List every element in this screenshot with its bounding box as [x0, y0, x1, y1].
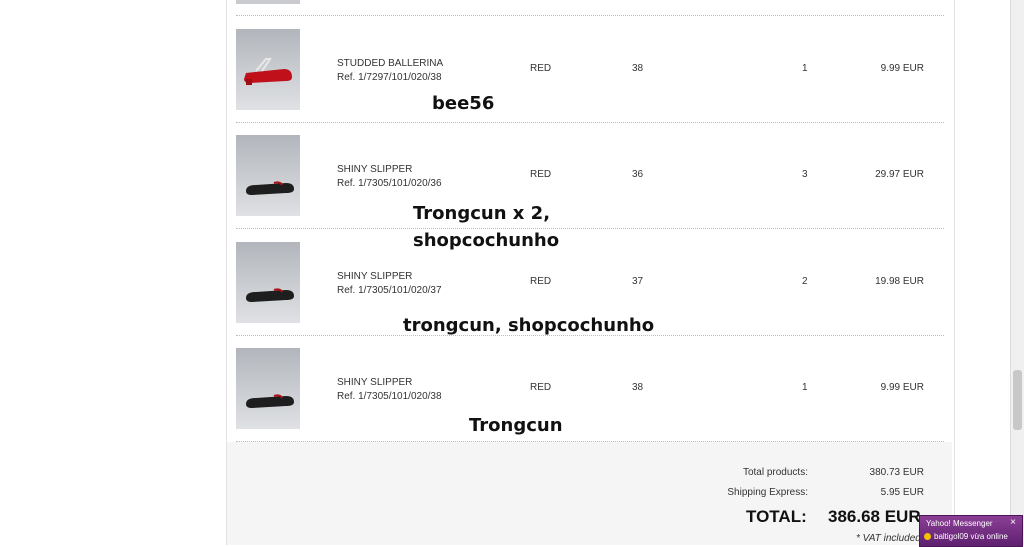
vertical-scrollbar[interactable] [1010, 0, 1024, 545]
product-quantity: 1 [802, 382, 808, 393]
total-label: TOTAL: [746, 507, 807, 526]
product-thumbnail[interactable] [236, 348, 300, 429]
close-icon[interactable]: × [1010, 517, 1016, 528]
product-quantity: 2 [802, 276, 808, 287]
shipping-label: Shipping Express: [727, 487, 808, 498]
total-products-label: Total products: [742, 467, 808, 478]
annotation-text: Trongcun [469, 415, 563, 436]
slipper-shoe-image [246, 181, 294, 195]
previous-item-thumbnail [236, 0, 300, 4]
messenger-message: baltigol09 vừa online [934, 532, 1008, 541]
annotation-text: Trongcun x 2, [413, 203, 551, 224]
product-name-block[interactable]: SHINY SLIPPER Ref. 1/7305/101/020/37 [337, 270, 442, 298]
ballerina-shoe-image [244, 58, 292, 85]
messenger-notification[interactable]: Yahoo! Messenger × baltigol09 vừa online [919, 515, 1023, 547]
product-price: 19.98 EUR [875, 276, 924, 287]
product-size: 38 [632, 382, 644, 393]
status-online-icon [924, 533, 931, 540]
slipper-shoe-image [246, 394, 294, 408]
cart-item-row: STUDDED BALLERINA Ref. 1/7297/101/020/38… [236, 29, 944, 135]
product-color: RED [530, 169, 552, 180]
product-name[interactable]: STUDDED BALLERINA [337, 57, 443, 71]
product-name[interactable]: SHINY SLIPPER [337, 376, 442, 390]
vat-note: * VAT included [856, 533, 921, 544]
product-thumbnail[interactable] [236, 135, 300, 216]
product-color: RED [530, 63, 552, 74]
product-thumbnail[interactable] [236, 29, 300, 110]
annotation-text: bee56 [432, 93, 495, 114]
product-color: RED [530, 276, 552, 287]
product-name-block[interactable]: STUDDED BALLERINA Ref. 1/7297/101/020/38 [337, 57, 443, 85]
product-ref: Ref. 1/7305/101/020/37 [337, 285, 442, 296]
shipping-value: 5.95 EUR [880, 487, 924, 498]
messenger-title: Yahoo! Messenger [926, 519, 993, 528]
product-name-block[interactable]: SHINY SLIPPER Ref. 1/7305/101/020/38 [337, 376, 442, 404]
product-price: 9.99 EUR [880, 382, 924, 393]
scrollbar-thumb[interactable] [1013, 370, 1022, 430]
row-divider [236, 228, 944, 229]
annotation-text: shopcochunho [413, 230, 560, 251]
total-value: 386.68 EUR [828, 507, 921, 526]
cart-item-row: SHINY SLIPPER Ref. 1/7305/101/020/38 RED… [236, 348, 944, 454]
product-ref: Ref. 1/7297/101/020/38 [337, 72, 442, 83]
product-thumbnail[interactable] [236, 242, 300, 323]
product-color: RED [530, 382, 552, 393]
product-quantity: 3 [802, 169, 808, 180]
product-ref: Ref. 1/7305/101/020/38 [337, 391, 442, 402]
product-size: 37 [632, 276, 644, 287]
product-quantity: 1 [802, 63, 808, 74]
row-divider [236, 122, 944, 123]
row-divider [236, 15, 944, 16]
total-products-value: 380.73 EUR [869, 467, 924, 478]
product-name[interactable]: SHINY SLIPPER [337, 270, 442, 284]
product-ref: Ref. 1/7305/101/020/36 [337, 178, 442, 189]
product-size: 38 [632, 63, 644, 74]
cart-item-row: SHINY SLIPPER Ref. 1/7305/101/020/36 RED… [236, 135, 944, 241]
slipper-shoe-image [246, 288, 294, 302]
product-name[interactable]: SHINY SLIPPER [337, 163, 442, 177]
product-price: 9.99 EUR [880, 63, 924, 74]
product-name-block[interactable]: SHINY SLIPPER Ref. 1/7305/101/020/36 [337, 163, 442, 191]
annotation-text: trongcun, shopcochunho [403, 315, 655, 336]
product-size: 36 [632, 169, 644, 180]
product-price: 29.97 EUR [875, 169, 924, 180]
